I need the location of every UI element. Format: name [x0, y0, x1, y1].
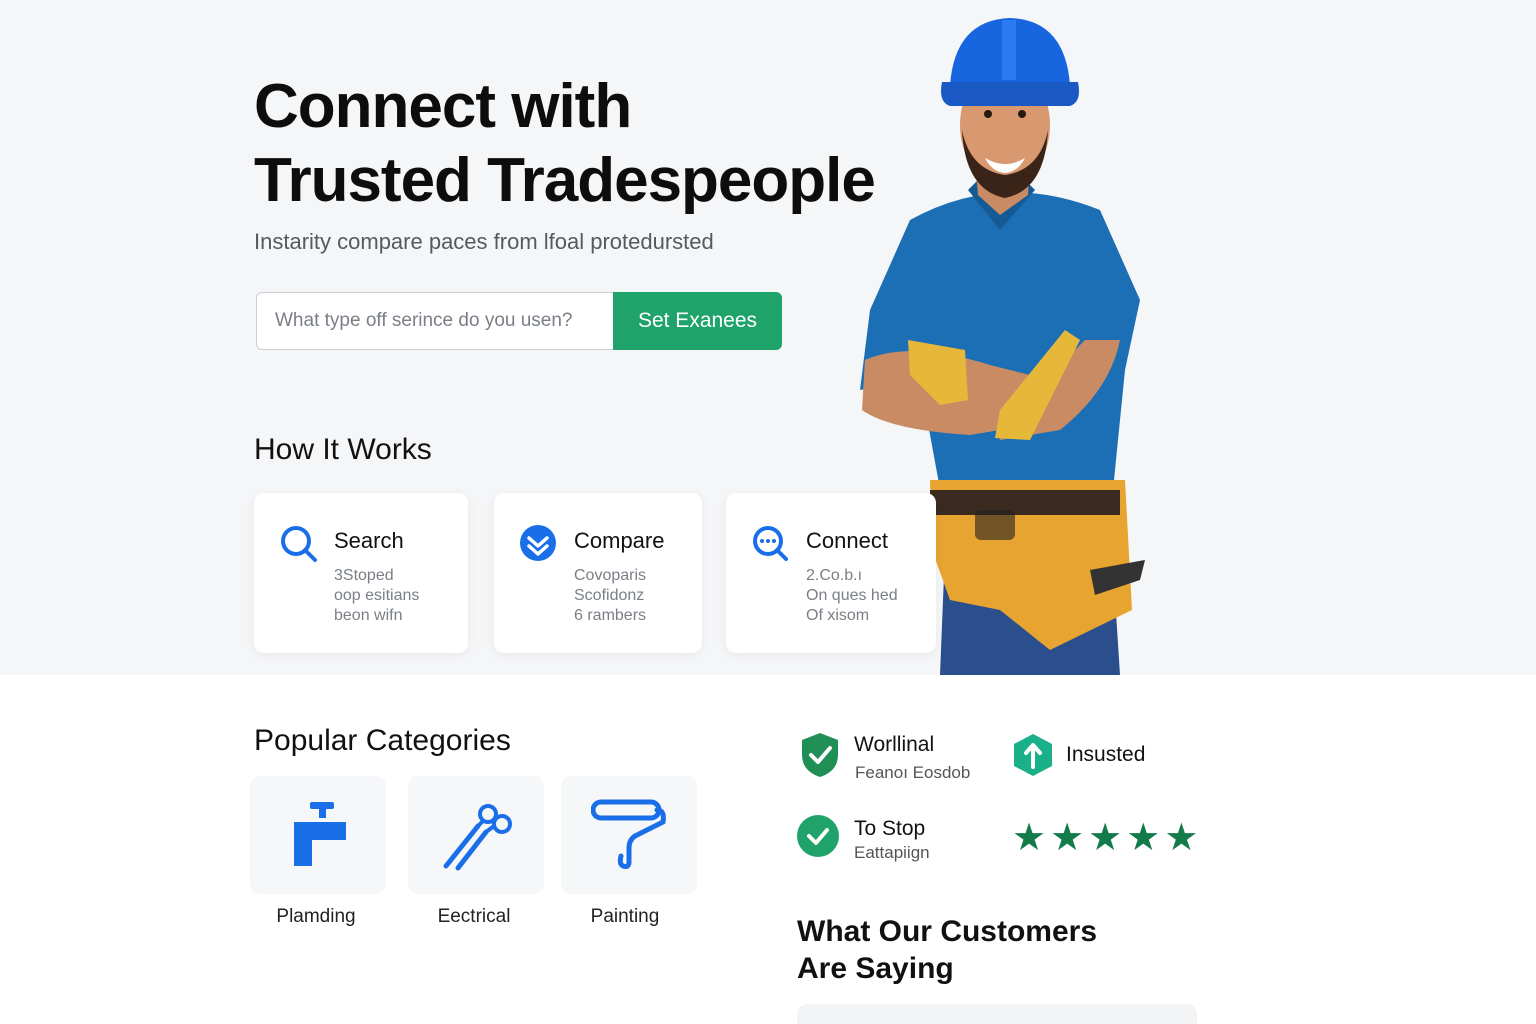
badge-title: Insusted	[1066, 743, 1146, 766]
popular-categories-title: Popular Categories	[254, 724, 511, 757]
step-desc-line: Of xisom	[806, 607, 870, 624]
hero-title-line2: Trusted Tradespeople	[254, 146, 876, 215]
hero-title: Connect with Trusted Tradespeople	[254, 70, 954, 218]
testimonials-title-line2: Are Saying	[797, 952, 954, 985]
service-search: Set Exanees	[256, 292, 782, 350]
lower-section	[0, 675, 1536, 1024]
step-desc-line: 2.Co.b.ı	[806, 567, 863, 584]
how-it-works-title: How It Works	[254, 433, 432, 466]
check-circle-icon	[797, 815, 839, 857]
step-card-connect[interactable]: Connect 2.Co.b.ı On ques hed Of xisom	[726, 493, 936, 653]
step-description: 3Stoped oop esitians beon wifn	[334, 566, 419, 626]
star-icon: ★	[1164, 817, 1199, 859]
step-desc-line: 6 rambers	[574, 607, 647, 624]
badge-title: To Stop	[854, 817, 926, 840]
faucet-icon	[294, 802, 346, 866]
star-icon: ★	[1126, 817, 1161, 859]
chat-icon	[753, 526, 788, 561]
step-desc-line: beon wifn	[334, 607, 403, 624]
hero-title-line1: Connect with	[254, 72, 632, 141]
testimonials-title: What Our Customers Are Saying	[797, 913, 1097, 987]
step-desc-line: On ques hed	[806, 587, 898, 604]
category-tile-painting[interactable]	[561, 776, 697, 894]
insured-arrow-icon	[1014, 734, 1052, 776]
star-icon: ★	[1050, 817, 1085, 859]
rating-stars: ★ ★ ★ ★ ★	[1012, 818, 1198, 858]
category-label: Painting	[590, 906, 660, 927]
category-label: Plamding	[276, 906, 356, 927]
badge-subtitle: Eattapiign	[854, 843, 930, 862]
testimonial-card	[797, 1004, 1197, 1024]
search-submit-button[interactable]: Set Exanees	[613, 292, 782, 350]
step-label: Connect	[806, 528, 888, 553]
service-search-input[interactable]	[256, 292, 613, 350]
star-icon: ★	[1012, 817, 1047, 859]
category-tile-plumbing[interactable]	[250, 776, 386, 894]
step-desc-line: Covoparis	[574, 567, 647, 584]
pliers-icon	[443, 804, 512, 871]
step-card-search[interactable]: Search 3Stoped oop esitians beon wifn	[254, 493, 468, 653]
step-label: Search	[334, 528, 404, 553]
search-icon	[281, 526, 317, 562]
step-description: Covoparis Scofidonz 6 rambers	[574, 566, 646, 626]
shield-check-icon	[802, 733, 838, 777]
star-icon: ★	[1088, 817, 1123, 859]
step-desc-line: Scofidonz	[574, 587, 645, 604]
badge-title: Worllinal	[854, 733, 935, 756]
badge-subtitle: Feanoı Eosdob	[855, 763, 971, 782]
step-desc-line: oop esitians	[334, 587, 420, 604]
category-label: Eectrical	[437, 906, 511, 927]
step-card-compare[interactable]: Compare Covoparis Scofidonz 6 rambers	[494, 493, 702, 653]
testimonials-title-line1: What Our Customers	[797, 915, 1098, 948]
step-desc-line: 3Stoped	[334, 567, 394, 584]
paint-roller-icon	[591, 799, 666, 869]
category-tile-electrical[interactable]	[408, 776, 544, 894]
compare-icon	[520, 525, 556, 561]
step-description: 2.Co.b.ı On ques hed Of xisom	[806, 566, 898, 626]
hero-subtitle: Instarity compare paces from lfoal prote…	[254, 229, 714, 254]
step-label: Compare	[574, 528, 665, 553]
